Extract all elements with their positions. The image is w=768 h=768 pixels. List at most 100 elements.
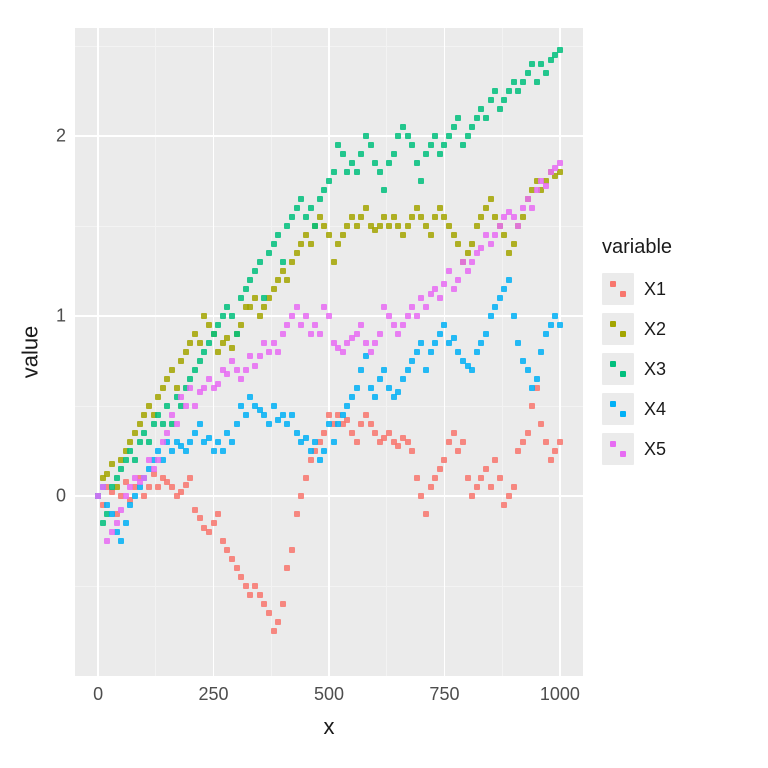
data-point	[432, 475, 438, 481]
data-point	[340, 232, 346, 238]
data-point	[224, 547, 230, 553]
data-point	[455, 448, 461, 454]
data-point	[488, 241, 494, 247]
data-point	[340, 349, 346, 355]
data-point	[160, 439, 166, 445]
data-point	[289, 412, 295, 418]
legend: variable X1X2X3X4X5	[602, 236, 752, 473]
data-point	[326, 412, 332, 418]
data-point	[409, 214, 415, 220]
data-point	[418, 178, 424, 184]
data-point	[474, 250, 480, 256]
data-point	[224, 335, 230, 341]
data-point	[552, 165, 558, 171]
data-point	[192, 430, 198, 436]
data-point	[271, 403, 277, 409]
data-point	[501, 286, 507, 292]
data-point	[164, 376, 170, 382]
legend-item: X2	[602, 313, 752, 345]
data-point	[252, 295, 258, 301]
data-point	[441, 142, 447, 148]
data-point	[308, 241, 314, 247]
legend-label: X4	[644, 399, 666, 420]
data-point	[109, 484, 115, 490]
data-point	[215, 511, 221, 517]
data-point	[455, 241, 461, 247]
data-point	[538, 421, 544, 427]
data-point	[141, 430, 147, 436]
data-point	[492, 304, 498, 310]
data-point	[474, 349, 480, 355]
data-point	[308, 448, 314, 454]
data-point	[446, 439, 452, 445]
data-point	[266, 349, 272, 355]
data-point	[294, 430, 300, 436]
data-point	[497, 295, 503, 301]
legend-key-icon	[602, 433, 634, 465]
data-point	[294, 250, 300, 256]
data-point	[132, 457, 138, 463]
data-point	[460, 259, 466, 265]
data-point	[211, 331, 217, 337]
legend-label: X1	[644, 279, 666, 300]
data-point	[469, 124, 475, 130]
data-point	[478, 214, 484, 220]
data-point	[224, 430, 230, 436]
data-point	[229, 345, 235, 351]
data-point	[400, 232, 406, 238]
data-point	[418, 295, 424, 301]
data-point	[289, 259, 295, 265]
data-point	[340, 151, 346, 157]
data-point	[354, 223, 360, 229]
data-point	[220, 538, 226, 544]
data-point	[358, 421, 364, 427]
data-point	[261, 304, 267, 310]
data-point	[271, 628, 277, 634]
data-point	[211, 448, 217, 454]
data-point	[386, 430, 392, 436]
data-point	[118, 466, 124, 472]
data-point	[257, 592, 263, 598]
data-point	[501, 502, 507, 508]
data-point	[418, 214, 424, 220]
data-point	[386, 223, 392, 229]
data-point	[238, 295, 244, 301]
data-point	[303, 214, 309, 220]
data-point	[118, 538, 124, 544]
data-point	[432, 133, 438, 139]
data-point	[164, 403, 170, 409]
data-point	[377, 223, 383, 229]
data-point	[418, 493, 424, 499]
legend-item: X5	[602, 433, 752, 465]
data-point	[257, 259, 263, 265]
data-point	[141, 412, 147, 418]
data-point	[437, 151, 443, 157]
data-point	[211, 520, 217, 526]
data-point	[451, 232, 457, 238]
data-point	[344, 169, 350, 175]
data-point	[428, 291, 434, 297]
data-point	[243, 286, 249, 292]
data-point	[192, 507, 198, 513]
data-point	[294, 205, 300, 211]
data-point	[492, 214, 498, 220]
data-point	[114, 520, 120, 526]
data-point	[229, 556, 235, 562]
data-point	[557, 322, 563, 328]
data-point	[174, 421, 180, 427]
data-point	[483, 115, 489, 121]
data-point	[534, 376, 540, 382]
data-point	[455, 115, 461, 121]
data-point	[257, 353, 263, 359]
data-point	[534, 187, 540, 193]
data-point	[358, 322, 364, 328]
data-point	[243, 583, 249, 589]
data-point	[354, 439, 360, 445]
data-point	[423, 223, 429, 229]
data-point	[557, 47, 563, 53]
data-point	[414, 475, 420, 481]
data-point	[349, 430, 355, 436]
data-point	[386, 160, 392, 166]
legend-key-icon	[602, 353, 634, 385]
data-point	[160, 385, 166, 391]
